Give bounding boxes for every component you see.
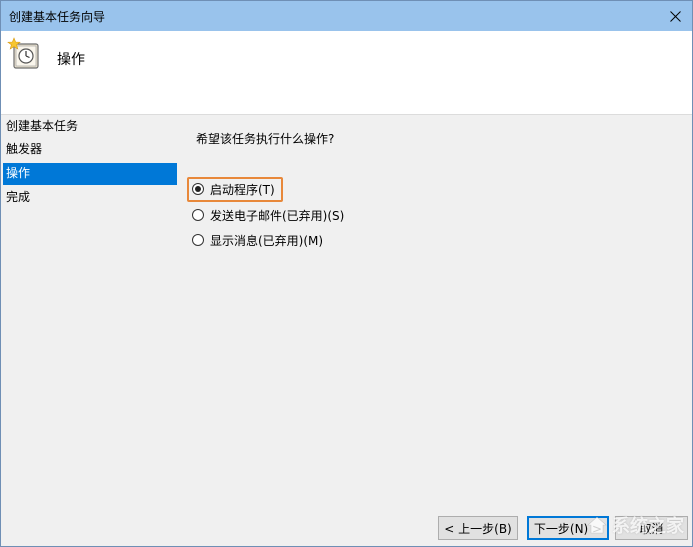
- sidebar-item-finish[interactable]: 完成: [3, 187, 177, 209]
- wizard-steps-sidebar: 创建基本任务 触发器 操作 完成: [1, 116, 181, 516]
- watermark-text: 系统之家: [612, 516, 684, 537]
- radio-display-message[interactable]: 显示消息(已弃用)(M): [192, 229, 323, 251]
- radio-start-program[interactable]: 启动程序(T): [192, 178, 275, 200]
- sidebar-item-action[interactable]: 操作: [3, 163, 177, 185]
- page-title: 操作: [57, 52, 85, 68]
- watermark-logo: 系统之家: [586, 512, 684, 538]
- sidebar-item-trigger[interactable]: 触发器: [3, 139, 177, 161]
- watermark-house-icon: [587, 516, 607, 534]
- radio-button[interactable]: [192, 234, 204, 246]
- sidebar-item-create-basic-task[interactable]: 创建基本任务: [3, 116, 177, 138]
- close-button[interactable]: [658, 1, 692, 31]
- window-title: 创建基本任务向导: [9, 10, 106, 24]
- task-scheduler-clock-icon: [7, 37, 39, 69]
- back-button[interactable]: < 上一步(B): [438, 516, 518, 540]
- radio-label-start-program: 启动程序(T): [210, 182, 275, 197]
- radio-send-email[interactable]: 发送电子邮件(已弃用)(S): [192, 204, 344, 226]
- wizard-content: 希望该任务执行什么操作? 启动程序(T) 发送电子邮件(已弃用)(S) 显示消息…: [181, 116, 691, 506]
- wizard-window: 创建基本任务向导 操作 创建基本任务 触发器 操作 完成 希望该任务执行什么操作…: [0, 0, 693, 547]
- radio-label-display-message: 显示消息(已弃用)(M): [210, 233, 324, 248]
- close-icon: [669, 10, 681, 22]
- wizard-header: 操作: [1, 31, 692, 115]
- action-question: 希望该任务执行什么操作?: [196, 132, 335, 146]
- radio-button[interactable]: [192, 209, 204, 221]
- radio-button-checked[interactable]: [192, 183, 204, 195]
- radio-label-send-email: 发送电子邮件(已弃用)(S): [210, 208, 345, 223]
- title-bar[interactable]: 创建基本任务向导: [1, 1, 692, 31]
